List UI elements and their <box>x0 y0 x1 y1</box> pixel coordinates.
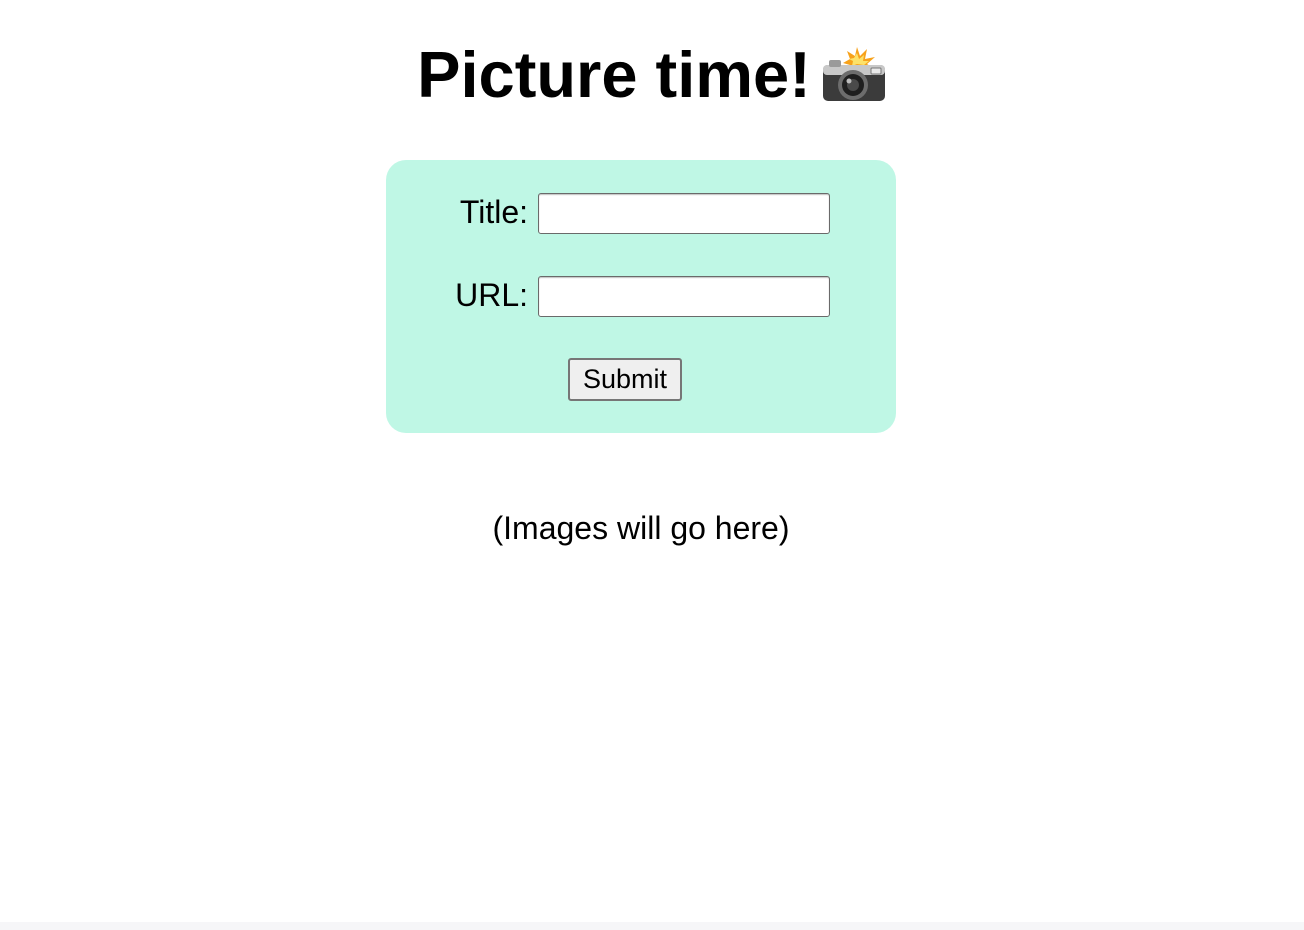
title-input[interactable] <box>538 193 830 234</box>
submit-button[interactable]: Submit <box>568 358 682 401</box>
title-label: Title: <box>459 194 528 230</box>
url-input[interactable] <box>538 276 830 317</box>
bottom-edge <box>0 922 1304 930</box>
url-label: URL: <box>455 277 528 313</box>
page: Picture time! Title: URL: Submit (Images… <box>0 0 1304 930</box>
images-placeholder: (Images will go here) <box>492 510 790 546</box>
page-title-heading: Picture time! <box>0 36 1304 114</box>
page-title: Picture time! <box>417 38 811 111</box>
camera-with-flash-icon <box>822 47 885 101</box>
